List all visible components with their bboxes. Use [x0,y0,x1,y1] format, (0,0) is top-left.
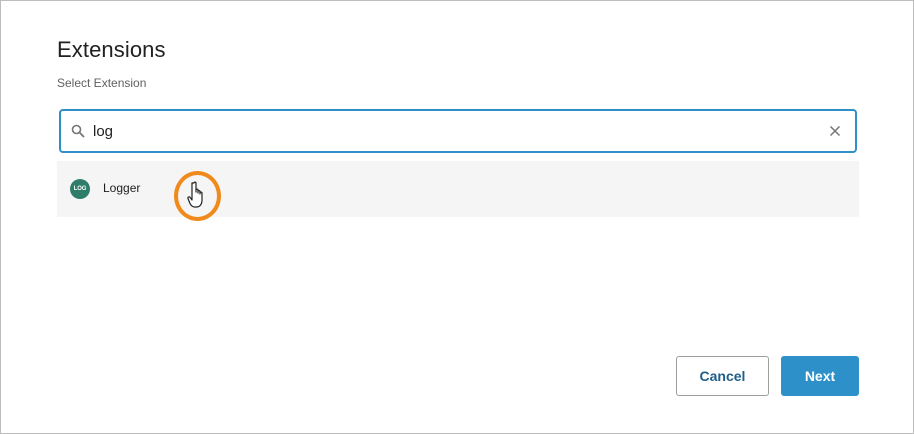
logger-extension-icon: LOG [70,179,90,199]
extensions-dialog: Extensions Select Extension LOG Logger C… [0,0,914,434]
close-icon[interactable] [829,125,841,137]
hand-pointer-icon [187,181,203,208]
cancel-button[interactable]: Cancel [676,356,769,396]
dialog-subtitle: Select Extension [57,76,147,90]
extension-search-box[interactable] [59,109,857,153]
search-input[interactable] [93,119,813,143]
dialog-title: Extensions [57,37,166,62]
search-icon [71,124,85,138]
extension-name: Logger [103,181,141,195]
next-button[interactable]: Next [781,356,859,396]
